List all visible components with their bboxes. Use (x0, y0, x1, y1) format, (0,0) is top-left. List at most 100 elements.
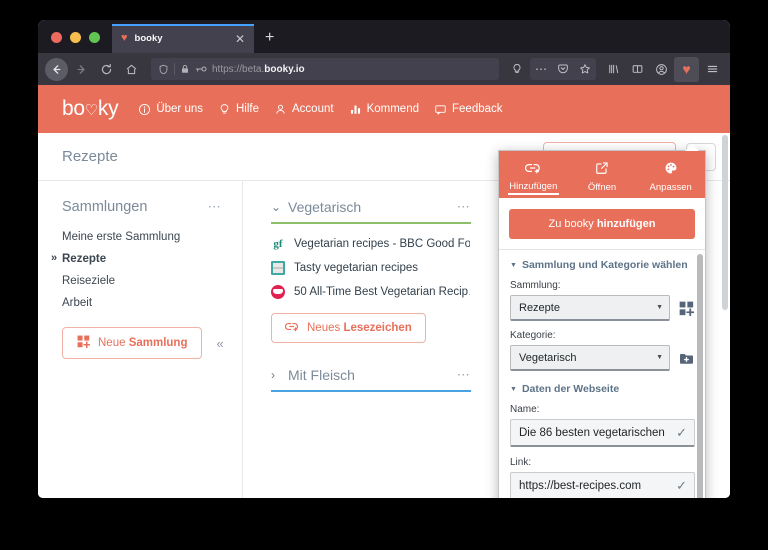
add-grid-icon[interactable] (678, 300, 695, 317)
url-bar[interactable]: https://beta.booky.io (151, 58, 499, 80)
pocket-icon[interactable] (552, 58, 574, 80)
ellipsis-icon[interactable]: ⋯ (530, 58, 552, 80)
chevron-down-icon[interactable]: ⌄ (271, 200, 281, 214)
bookmark-title: 50 All-Time Best Vegetarian Recip… (294, 286, 470, 298)
nav-item-ueber-uns[interactable]: Über uns (138, 103, 203, 116)
bookmark-item[interactable]: Tasty vegetarian recipes (271, 256, 471, 280)
section-header-collection[interactable]: ▼ Sammlung und Kategorie wählen (510, 259, 695, 271)
lightbulb-icon (218, 103, 231, 116)
star-icon[interactable] (574, 58, 596, 80)
sidebar-item-label: Rezepte (62, 253, 107, 265)
ellipsis-icon[interactable]: ⋯ (457, 368, 471, 381)
link-input[interactable]: https://best-recipes.com ✓ (510, 472, 695, 498)
window-controls (38, 32, 112, 53)
category-header[interactable]: › Mit Fleisch ⋯ (271, 367, 471, 390)
collection-select[interactable]: Rezepte ▼ (510, 295, 670, 321)
primary-button-prefix: Zu booky (548, 218, 597, 230)
arrow-right-icon[interactable] (70, 58, 93, 81)
sidebar-item-arbeit[interactable]: Arbeit (62, 292, 242, 314)
popup-tab-oeffnen[interactable]: Öffnen (568, 151, 637, 198)
popup-tab-label: Hinzufügen (509, 180, 558, 192)
sidebar-footer: Neue Sammlung « (62, 327, 242, 359)
arrow-left-icon[interactable] (45, 57, 68, 81)
sidebar-item-reiseziele[interactable]: Reiseziele (62, 270, 242, 292)
close-icon[interactable]: ✕ (233, 33, 247, 45)
chevron-down-icon: ▼ (656, 354, 663, 361)
nav-item-account[interactable]: Account (274, 103, 334, 116)
lock-icon[interactable] (180, 64, 190, 74)
nav-item-hilfe[interactable]: Hilfe (218, 103, 259, 116)
bookmark-item[interactable]: 50 All-Time Best Vegetarian Recip… (271, 280, 471, 304)
category-name: Mit Fleisch (288, 367, 355, 383)
booky-heart-icon[interactable]: ♥ (674, 56, 699, 82)
sidebar-item-rezepte[interactable]: Rezepte (51, 248, 242, 270)
category-field-row: Vegetarisch ▼ (510, 345, 695, 371)
triangle-down-icon: ▼ (510, 261, 517, 269)
sidebar-title: Sammlungen (62, 199, 148, 215)
nav-item-label: Kommend (366, 103, 419, 115)
popup-tab-anpassen[interactable]: Anpassen (636, 151, 705, 198)
category-mit-fleisch: › Mit Fleisch ⋯ (271, 367, 471, 392)
category-name: Vegetarisch (288, 199, 362, 215)
add-link-icon (525, 162, 541, 177)
new-tab-button[interactable]: + (254, 30, 283, 53)
ellipsis-icon[interactable]: ⋯ (208, 200, 222, 213)
chevron-right-icon[interactable]: › (271, 368, 280, 382)
ellipsis-icon[interactable]: ⋯ (457, 200, 471, 213)
add-to-booky-button[interactable]: Zu booky hinzufügen (509, 209, 695, 239)
sidebar-item-label: Meine erste Sammlung (62, 231, 181, 243)
sidebar-icon[interactable] (626, 58, 648, 80)
shield-icon[interactable] (158, 64, 169, 75)
url-domain: booky.io (264, 63, 305, 75)
url-prefix: https://beta. (212, 63, 265, 75)
popup-tab-label: Anpassen (649, 181, 692, 193)
sidebar-item-meine-erste-sammlung[interactable]: Meine erste Sammlung (62, 226, 242, 248)
check-icon[interactable]: ✓ (676, 478, 687, 494)
new-bookmark-button[interactable]: Neues Lesezeichen (271, 313, 426, 343)
minimize-window-button[interactable] (70, 32, 81, 43)
section-header-website[interactable]: ▼ Daten der Webseite (510, 383, 695, 395)
heart-icon: ♡ (84, 102, 98, 119)
lightbulb-icon[interactable] (506, 58, 528, 80)
red-circle-favicon (271, 285, 285, 299)
logo-part-2: ky (97, 97, 119, 120)
chat-icon (434, 103, 447, 116)
booky-logo[interactable]: bo ♡ ky (62, 97, 119, 121)
new-collection-button[interactable]: Neue Sammlung (62, 327, 203, 359)
info-icon (138, 103, 151, 116)
tab-strip: ♥ booky ✕ + (38, 20, 730, 53)
add-folder-icon[interactable] (678, 350, 695, 367)
heart-icon: ♥ (121, 32, 128, 44)
category-header[interactable]: ⌄ Vegetarisch ⋯ (271, 199, 471, 222)
triangle-down-icon: ▼ (510, 385, 517, 393)
key-icon[interactable] (195, 64, 207, 74)
reload-icon[interactable] (95, 58, 118, 81)
hamburger-menu-icon[interactable] (701, 58, 723, 80)
browser-window: ♥ booky ✕ + https://beta.booky.io ⋯ ♥ bo… (38, 20, 730, 498)
page-scrollbar[interactable] (722, 135, 728, 310)
maximize-window-button[interactable] (89, 32, 100, 43)
bookmark-item[interactable]: gf Vegetarian recipes - BBC Good Fo… (271, 232, 471, 256)
category-vegetarisch: ⌄ Vegetarisch ⋯ gf Vegetarian recipes - … (271, 199, 471, 343)
close-window-button[interactable] (51, 32, 62, 43)
browser-tab[interactable]: ♥ booky ✕ (112, 24, 254, 53)
new-bookmark-label: Neues Lesezeichen (307, 322, 412, 334)
bookmark-list: gf Vegetarian recipes - BBC Good Fo… Tas… (271, 224, 471, 304)
home-icon[interactable] (120, 58, 143, 81)
library-icon[interactable] (602, 58, 624, 80)
name-input[interactable]: Die 86 besten vegetarischen ✓ (510, 419, 695, 447)
account-icon[interactable] (650, 58, 672, 80)
bar-chart-icon (349, 103, 362, 116)
nav-item-kommend[interactable]: Kommend (349, 103, 419, 116)
nav-item-label: Über uns (156, 103, 203, 115)
popup-tab-hinzufuegen[interactable]: Hinzufügen (499, 151, 568, 198)
tasty-favicon (271, 261, 285, 275)
category-select[interactable]: Vegetarisch ▼ (510, 345, 670, 371)
chevron-down-icon: ▼ (656, 304, 663, 311)
sidebar-item-label: Reiseziele (62, 275, 116, 287)
chevron-double-left-icon[interactable]: « (216, 336, 223, 351)
popup-scrollbar[interactable] (697, 254, 703, 498)
check-icon[interactable]: ✓ (676, 425, 687, 441)
divider (174, 63, 175, 75)
nav-item-feedback[interactable]: Feedback (434, 103, 503, 116)
